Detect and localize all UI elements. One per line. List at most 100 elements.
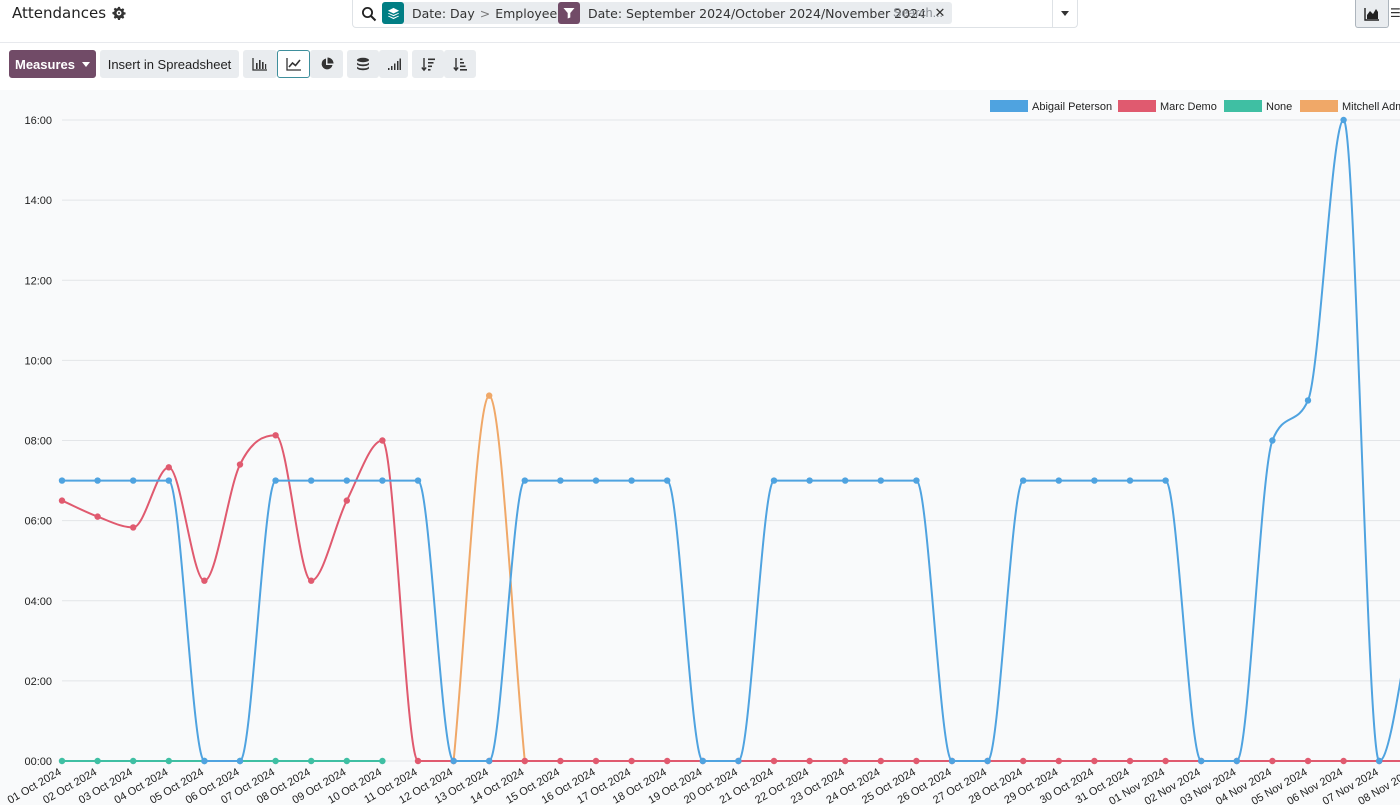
y-tick-label: 06:00	[24, 516, 52, 528]
data-point	[1055, 477, 1063, 484]
data-point	[236, 461, 244, 468]
search-bar: Date: Day>Employee ✕ Date: September 202…	[352, 0, 1078, 28]
data-point	[521, 757, 528, 765]
y-tick-label: 04:00	[24, 596, 52, 608]
legend-swatch	[1224, 100, 1262, 112]
data-point	[308, 477, 315, 484]
search-input[interactable]	[893, 4, 1043, 22]
legend-swatch	[1118, 100, 1156, 112]
cumulative-button[interactable]	[379, 50, 408, 78]
layers-icon	[382, 2, 404, 24]
bar-chart-button[interactable]	[243, 50, 277, 78]
legend-item[interactable]: Marc Demo	[1118, 100, 1217, 113]
data-point	[58, 477, 66, 484]
data-point	[272, 432, 279, 439]
legend-item[interactable]: Mitchell Admin	[1300, 100, 1400, 113]
data-point	[201, 757, 208, 765]
data-point	[1198, 757, 1205, 765]
data-point	[414, 477, 422, 484]
data-point	[94, 477, 101, 484]
data-point	[1162, 757, 1169, 765]
line-chart-icon	[285, 58, 301, 71]
caret-down-icon	[81, 61, 90, 67]
data-point	[308, 757, 315, 765]
legend-item[interactable]: None	[1224, 100, 1292, 113]
data-point	[1233, 757, 1241, 765]
bar-chart-icon	[252, 58, 267, 71]
data-point	[1055, 757, 1063, 765]
sort-descending-button[interactable]	[412, 50, 444, 78]
data-point	[1162, 477, 1169, 484]
data-point	[1269, 437, 1276, 444]
data-point	[557, 477, 564, 484]
data-point	[1091, 757, 1098, 765]
data-point	[592, 757, 600, 765]
data-point	[1091, 477, 1098, 484]
facet-filter-text: Date: September 2024/October 2024/Novemb…	[588, 5, 926, 21]
y-tick-label: 14:00	[24, 195, 52, 207]
data-point	[272, 477, 279, 484]
facet-groupby-text: Date: Day > Employee	[412, 5, 558, 21]
measures-label: Measures	[15, 56, 75, 72]
data-point	[735, 757, 742, 765]
measures-button[interactable]: Measures	[9, 50, 96, 78]
search-icon[interactable]	[361, 6, 377, 22]
control-panel: Attendances Date: Day>Employee ✕ Date: S…	[0, 0, 1400, 43]
data-point	[913, 757, 920, 765]
y-tick-label: 10:00	[24, 355, 52, 367]
pie-chart-button[interactable]	[310, 50, 343, 78]
data-point	[379, 477, 386, 484]
view-switch-graph[interactable]	[1355, 0, 1389, 28]
data-point	[1304, 397, 1312, 404]
data-point	[1340, 116, 1347, 124]
gear-icon[interactable]	[112, 6, 126, 20]
legend-item[interactable]: Abigail Peterson	[990, 100, 1112, 113]
data-point	[272, 757, 279, 765]
data-point	[379, 437, 386, 444]
data-point	[1020, 477, 1027, 484]
data-point	[486, 757, 493, 765]
data-point	[343, 497, 350, 504]
data-point	[806, 477, 813, 484]
search-options-toggle[interactable]	[1052, 0, 1077, 27]
data-point	[94, 513, 101, 520]
pie-chart-icon	[321, 57, 333, 70]
data-point	[628, 477, 635, 484]
graph-view: 00:00 02:00 04:00 06:00 08:00 10:00 12:00 14:00…	[0, 90, 1400, 805]
legend-label: Abigail Peterson	[1032, 101, 1112, 113]
insert-spreadsheet-label: Insert in Spreadsheet	[107, 56, 232, 72]
data-point	[1126, 757, 1134, 765]
data-point	[450, 757, 457, 765]
data-point	[236, 757, 244, 765]
sort-ascending-button[interactable]	[444, 50, 476, 78]
data-point	[770, 477, 778, 484]
data-point	[842, 757, 849, 765]
data-point	[58, 757, 66, 765]
line-chart-button[interactable]	[277, 50, 310, 78]
view-switch-list[interactable]: ☰	[1390, 0, 1400, 27]
legend-label: None	[1266, 101, 1292, 113]
breadcrumb: Attendances	[12, 4, 126, 22]
stacked-button[interactable]	[347, 50, 379, 78]
area-chart-icon	[1364, 7, 1379, 21]
data-point	[664, 477, 671, 484]
insert-spreadsheet-button[interactable]: Insert in Spreadsheet	[100, 50, 239, 78]
y-tick-label: 00:00	[24, 756, 52, 768]
data-point	[165, 464, 172, 471]
facet-groupby: Date: Day>Employee ✕	[382, 2, 584, 24]
data-point	[130, 757, 137, 765]
data-point	[592, 477, 600, 484]
page-title[interactable]: Attendances	[12, 4, 106, 22]
legend-label: Mitchell Admin	[1342, 101, 1400, 113]
legend-swatch	[1300, 100, 1338, 112]
data-point	[130, 524, 137, 531]
y-tick-label: 12:00	[24, 275, 52, 287]
legend-label: Marc Demo	[1160, 101, 1217, 113]
data-point	[1340, 757, 1347, 765]
data-point	[379, 757, 386, 765]
cumulative-icon	[387, 58, 401, 70]
data-point	[94, 757, 101, 765]
caret-down-icon	[1061, 11, 1069, 16]
sort-descending-icon	[421, 57, 435, 71]
data-point	[130, 477, 137, 484]
